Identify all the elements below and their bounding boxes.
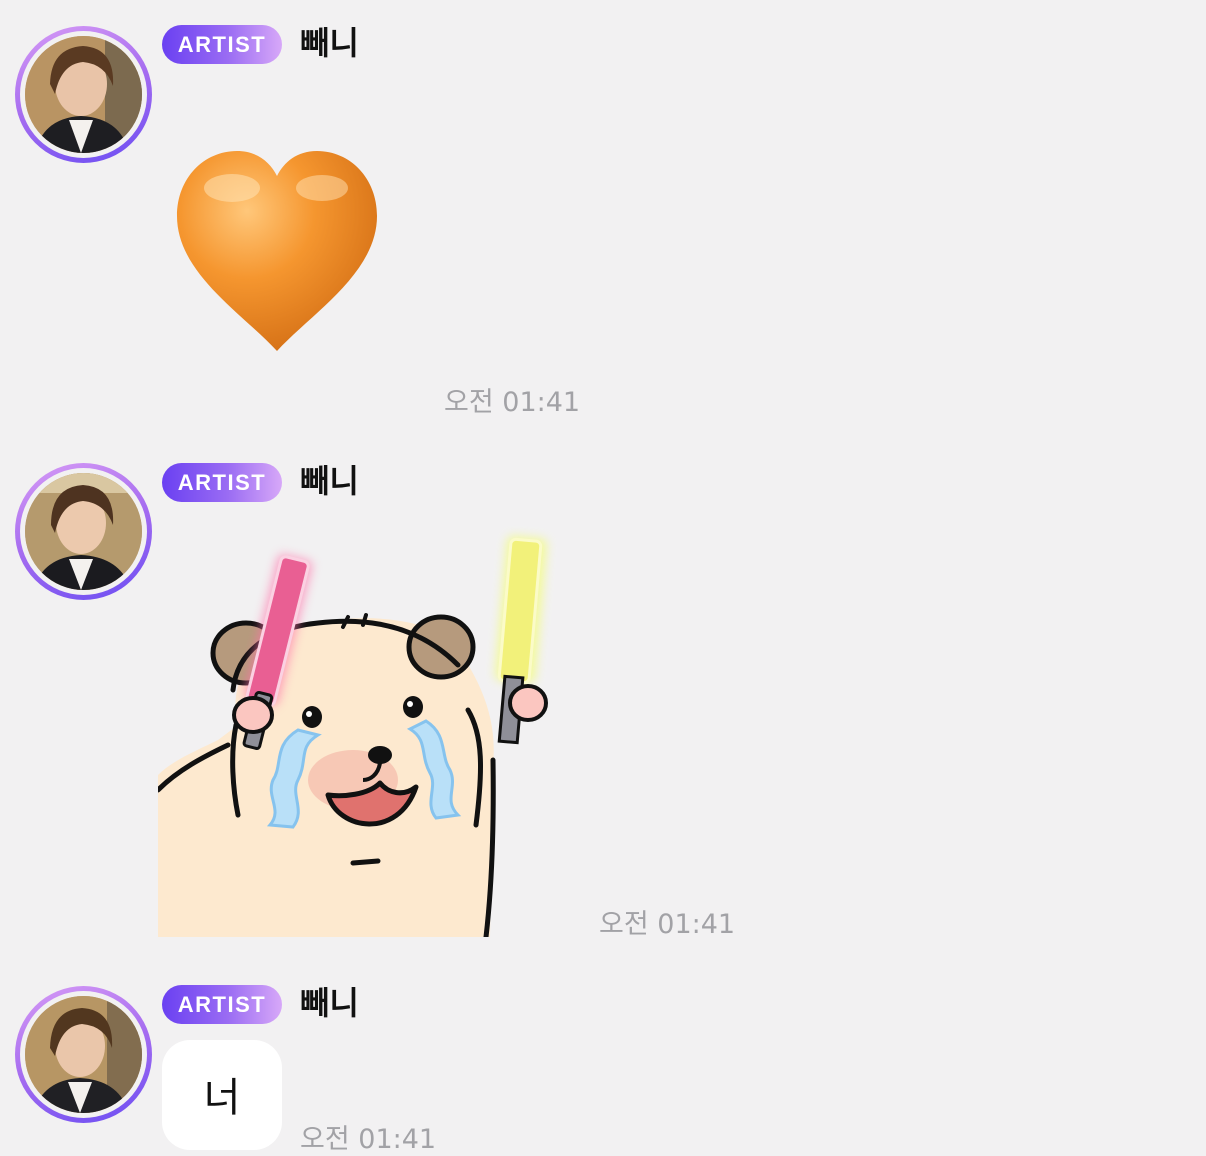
chat-message: ARTIST 빼니 너 오전 01:41 xyxy=(0,0,1206,1155)
message-bubble[interactable]: 너 xyxy=(162,1040,282,1150)
avatar-photo xyxy=(25,996,142,1113)
sender-name: 빼니 xyxy=(300,984,359,1022)
artist-badge: ARTIST xyxy=(162,985,282,1024)
avatar[interactable] xyxy=(15,986,152,1123)
